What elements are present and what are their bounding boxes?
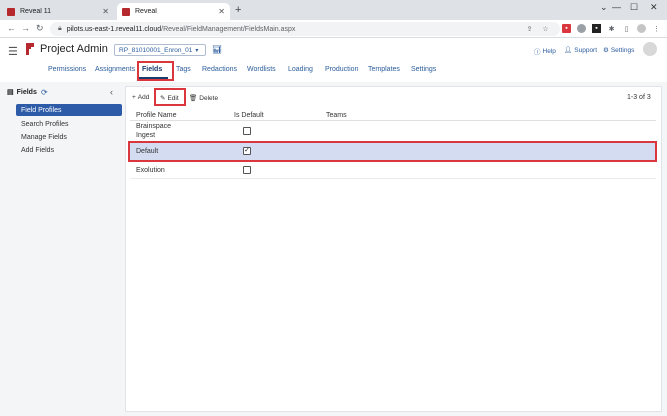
delete-label: Delete (199, 94, 219, 102)
url-input[interactable]: 🔒︎ pilots.us-east-1.reveal11.cloud /Reve… (50, 22, 560, 36)
extension-icon[interactable]: ▪ (562, 24, 571, 33)
default-row-highlight (128, 141, 657, 162)
close-icon[interactable]: ✕ (218, 7, 225, 16)
browser-tab-bar: Reveal 11 ✕ Reveal ✕ + ⌄ — ☐ ✕ (0, 0, 667, 20)
new-tab-plus-icon[interactable]: + (235, 4, 241, 16)
more-menu-icon[interactable]: ⋮ (652, 24, 661, 33)
column-header-profile-name[interactable]: Profile Name (136, 112, 176, 119)
caret-down-icon: ▾ (195, 47, 199, 54)
help-link[interactable]: ⓘ Help (534, 46, 556, 57)
address-bar: ← → ↻ 🔒︎ pilots.us-east-1.reveal11.cloud… (0, 20, 667, 38)
reveal-favicon-icon (7, 7, 15, 16)
profile-avatar-icon[interactable] (637, 24, 646, 33)
close-icon[interactable]: ✕ (102, 7, 109, 16)
lock-icon: 🔒︎ (58, 25, 62, 32)
sidebar-title: ▤ Fields (7, 88, 37, 97)
plus-icon: + (132, 94, 136, 101)
sidebar-item-add-fields[interactable]: Add Fields (16, 144, 122, 156)
support-link[interactable]: 👤︎ Support (564, 46, 598, 55)
extension-icon[interactable]: ▪ (592, 24, 601, 33)
project-select[interactable]: RP_81010001_Enron_01 ▾ (114, 44, 206, 56)
tab-tags[interactable]: Tags (176, 66, 191, 73)
forward-arrow-icon[interactable]: → (21, 23, 30, 33)
chevron-left-icon[interactable]: ‹ (110, 87, 113, 97)
sidebar-item-manage-fields[interactable]: Manage Fields (16, 131, 122, 143)
browser-tab-reveal-11[interactable]: Reveal 11 ✕ (2, 3, 114, 20)
tab-redactions[interactable]: Redactions (202, 66, 237, 73)
tab-assignments[interactable]: Assignments (95, 66, 135, 73)
table-row-name[interactable]: Brainspace (136, 123, 171, 130)
tab-production[interactable]: Production (325, 66, 358, 73)
main-panel (125, 86, 662, 412)
add-button[interactable]: + Add (132, 94, 149, 101)
add-label: Add (137, 94, 150, 101)
sidebar-item-label: Manage Fields (21, 133, 67, 141)
support-label: Support (574, 46, 598, 54)
share-icon[interactable]: ⇪ (525, 24, 534, 33)
browser-tab-title: Reveal 11 (20, 8, 52, 15)
puzzle-extensions-icon[interactable]: ✱ (607, 24, 616, 33)
table-row-name[interactable]: Ingest (136, 132, 155, 139)
record-counter: 1-3 of 3 (627, 94, 651, 101)
divider (130, 178, 656, 179)
help-circle-icon: ⓘ (534, 49, 541, 56)
sidebar-item-label: Field Profiles (21, 106, 62, 114)
book-icon: ▤ (7, 89, 14, 96)
tab-templates[interactable]: Templates (368, 66, 400, 73)
avatar[interactable] (643, 42, 657, 56)
gear-icon: ⚙ (603, 47, 609, 54)
project-select-value: RP_81010001_Enron_01 (119, 46, 193, 54)
maximize-icon[interactable]: ☐ (630, 2, 638, 13)
url-host: pilots.us-east-1.reveal11.cloud (66, 25, 162, 33)
delete-button[interactable]: 🗑︎ Delete (189, 94, 219, 103)
sidebar-item-search-profiles[interactable]: Search Profiles (16, 118, 122, 130)
is-default-checkbox[interactable] (243, 127, 251, 135)
back-arrow-icon[interactable]: ← (7, 23, 16, 33)
reload-icon[interactable]: ↻ (36, 23, 44, 34)
tab-loading[interactable]: Loading (288, 66, 313, 73)
close-window-icon[interactable]: ✕ (650, 2, 658, 13)
sidebar-item-field-profiles[interactable]: Field Profiles (16, 104, 122, 116)
extension-icon[interactable] (577, 24, 586, 33)
reveal-favicon-icon (122, 7, 130, 16)
browser-tab-title: Reveal (135, 8, 157, 15)
sidebar-item-label: Add Fields (21, 146, 55, 154)
chevron-down-icon[interactable]: ⌄ (600, 2, 608, 13)
minimize-icon[interactable]: — (612, 2, 621, 12)
bookmark-star-icon[interactable]: ☆ (541, 24, 550, 33)
refresh-icon[interactable]: ⟳ (41, 88, 48, 97)
browser-tab-reveal[interactable]: Reveal ✕ (117, 3, 230, 20)
tab-wordlists[interactable]: Wordlists (247, 66, 276, 73)
settings-link[interactable]: ⚙ Settings (603, 46, 635, 55)
sidebar-title-label: Fields (16, 88, 37, 96)
tab-settings[interactable]: Settings (411, 66, 436, 73)
tab-permissions[interactable]: Permissions (48, 66, 86, 73)
url-path: /Reveal/FieldManagement/FieldsMain.aspx (161, 25, 296, 33)
column-header-is-default[interactable]: Is Default (234, 112, 264, 119)
is-default-checkbox[interactable] (243, 166, 251, 174)
column-header-teams[interactable]: Teams (326, 112, 347, 119)
edit-button-highlight (154, 88, 186, 106)
trash-icon: 🗑︎ (189, 95, 198, 102)
fields-tab-highlight (137, 61, 174, 81)
side-panel-icon[interactable]: ▯ (622, 24, 631, 33)
reveal-logo-icon (26, 43, 34, 55)
table-row-name[interactable]: Exolution (136, 167, 165, 174)
settings-label: Settings (610, 46, 635, 54)
help-label: Help (542, 47, 556, 55)
page-title: Project Admin (40, 43, 108, 55)
bar-chart-icon[interactable]: 📊︎ (212, 45, 222, 54)
sidebar-item-label: Search Profiles (21, 120, 69, 128)
divider (130, 120, 656, 121)
person-icon: 👤︎ (564, 47, 573, 54)
scrollbar-track (662, 82, 667, 416)
hamburger-menu-icon[interactable]: ☰ (8, 45, 18, 58)
